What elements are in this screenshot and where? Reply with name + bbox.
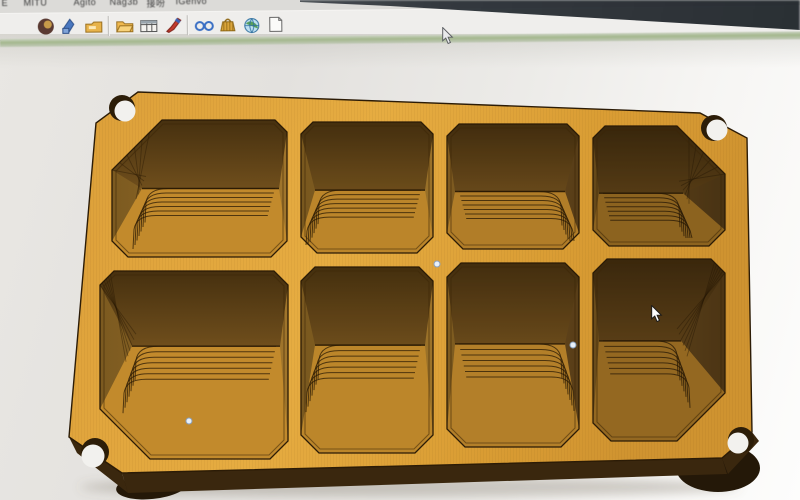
- pocket-shade: [447, 124, 579, 249]
- pocket-shade: [447, 263, 579, 447]
- new-document-icon[interactable]: [266, 14, 286, 34]
- app-icon[interactable]: [36, 16, 56, 36]
- menu-item[interactable]: MITU: [24, 0, 48, 8]
- pocket-back-wall: [100, 271, 288, 346]
- cad-model-canvas[interactable]: [0, 0, 800, 500]
- pocket-shade: [301, 267, 433, 453]
- bolt-hole[interactable]: [701, 115, 728, 141]
- select-hand-icon[interactable]: [60, 16, 80, 36]
- save-folder-icon[interactable]: [84, 16, 104, 36]
- screen-photo: E MITU Agito Nag3b 接吩 IGenvo: [0, 0, 800, 500]
- menu-item[interactable]: 接吩: [147, 0, 166, 10]
- pocket[interactable]: [447, 124, 579, 249]
- pocket[interactable]: [593, 259, 725, 441]
- folder-open-icon[interactable]: [115, 16, 135, 36]
- table-grid-icon[interactable]: [139, 15, 159, 35]
- pen-icon[interactable]: [163, 15, 183, 35]
- point-marker: [186, 418, 192, 424]
- menu-item[interactable]: IGenvo: [176, 0, 208, 6]
- bolt-hole-through: [115, 101, 136, 122]
- menu-item[interactable]: Nag3b: [110, 0, 139, 7]
- glasses-icon[interactable]: [194, 15, 214, 35]
- menu-item[interactable]: Agito: [74, 0, 97, 7]
- pocket[interactable]: [301, 267, 433, 453]
- globe-icon[interactable]: [242, 14, 262, 34]
- bolt-hole-through: [728, 433, 749, 454]
- plate-model[interactable]: [60, 85, 760, 480]
- menu-item[interactable]: E: [2, 0, 9, 8]
- toolbar-separator: [187, 15, 188, 35]
- bolt-hole-through: [707, 120, 728, 141]
- toolbar-separator: [108, 16, 109, 36]
- point-marker: [570, 342, 576, 348]
- app-chrome: E MITU Agito Nag3b 接吩 IGenvo: [0, 0, 800, 47]
- pocket[interactable]: [447, 263, 579, 447]
- bolt-hole-through: [82, 445, 105, 468]
- point-marker: [434, 261, 440, 267]
- basket-tool-icon[interactable]: [218, 15, 238, 35]
- pocket-shade: [301, 122, 433, 253]
- pocket[interactable]: [100, 271, 288, 459]
- pocket[interactable]: [301, 122, 433, 253]
